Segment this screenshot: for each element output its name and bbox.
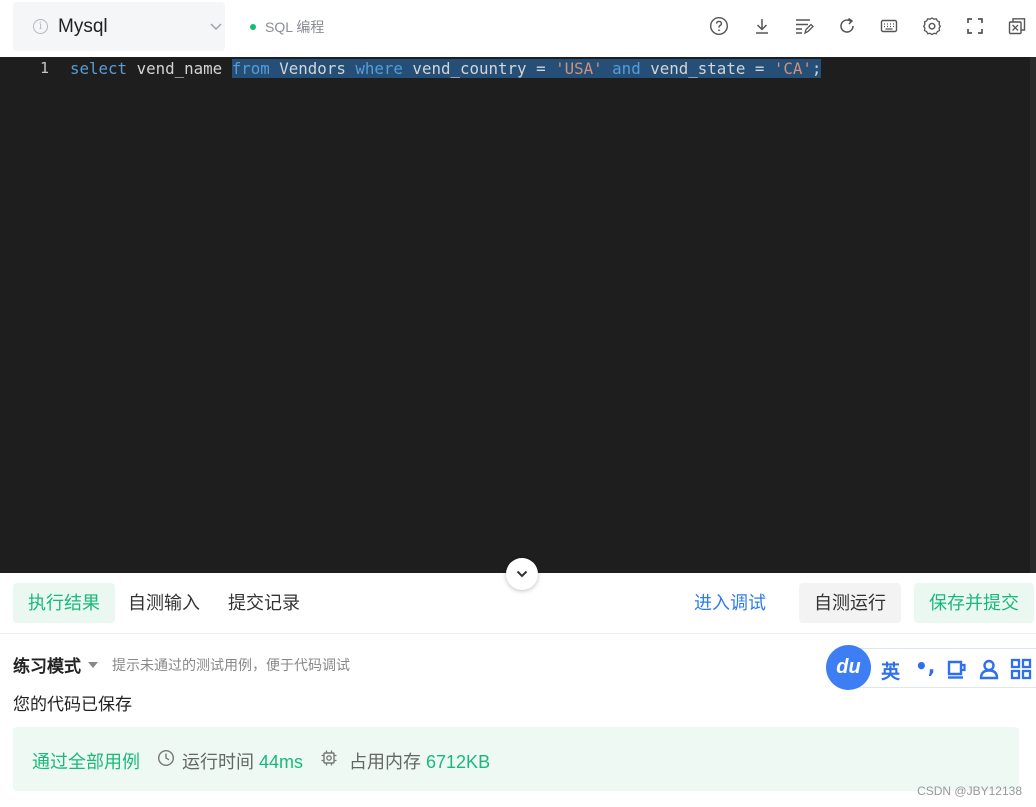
tab-exec-result[interactable]: 执行结果 (13, 583, 115, 623)
mode-indicator: SQL 编程 (250, 17, 324, 37)
info-icon: i (33, 19, 48, 34)
sql-keyword: and (612, 59, 641, 78)
self-run-button[interactable]: 自测运行 (799, 583, 901, 623)
code-line[interactable]: 1 select vend_name from Vendors where ve… (0, 57, 1036, 79)
mode-label: SQL 编程 (265, 19, 325, 35)
editor-toolbar: i Mysql SQL 编程 (0, 0, 1036, 57)
memory-usage: 占用内存 6712KB (349, 748, 490, 774)
sql-identifier: vend_country = (402, 59, 556, 78)
fullscreen-icon[interactable] (964, 15, 986, 37)
keyboard-icon[interactable] (878, 15, 900, 37)
sql-keyword: select (70, 59, 128, 78)
sql-keyword: from (231, 59, 270, 78)
grid-icon[interactable] (1010, 658, 1032, 680)
language-label: Mysql (58, 16, 108, 37)
line-number: 1 (40, 59, 50, 77)
sql-space (603, 59, 613, 78)
caret-down-icon[interactable] (88, 661, 98, 668)
saved-message: 您的代码已保存 (13, 695, 132, 714)
user-icon[interactable] (978, 658, 1000, 680)
run-time-value: 44ms (259, 752, 304, 772)
cup-icon[interactable] (946, 658, 968, 680)
chevron-down-icon (516, 570, 528, 578)
tab-submit-history[interactable]: 提交记录 (213, 583, 315, 623)
pass-status: 通过全部用例 (32, 752, 140, 772)
download-icon[interactable] (751, 15, 773, 37)
ime-toolbar[interactable]: du 英 •, (826, 645, 1036, 691)
practice-mode-hint: 提示未通过的测试用例，便于代码调试 (112, 656, 350, 673)
ime-toolbar-bg (846, 648, 1036, 688)
chevron-down-icon (209, 19, 223, 33)
sql-string: 'CA' (773, 59, 812, 78)
sql-identifier: Vendors (269, 59, 356, 78)
watermark: CSDN @JBY12138 (917, 784, 1022, 798)
language-select[interactable]: i Mysql (13, 2, 225, 51)
sql-identifier: vend_name (127, 59, 232, 78)
code-editor[interactable]: 1 select vend_name from Vendors where ve… (0, 57, 1036, 573)
sql-semicolon: ; (811, 59, 822, 78)
practice-mode[interactable]: 练习模式 提示未通过的测试用例，便于代码调试 (13, 652, 350, 677)
run-time-label: 运行时间 (182, 752, 254, 772)
code-selection: from Vendors where vend_country = 'USA' … (231, 59, 822, 78)
chip-icon (320, 749, 338, 767)
editor-scrollbar[interactable] (1030, 57, 1036, 573)
result-status: 通过全部用例 运行时间 44ms 占用内存 6712KB (13, 727, 1019, 791)
tab-self-input[interactable]: 自测输入 (113, 583, 215, 623)
collapse-editor-button[interactable] (506, 558, 538, 590)
ime-logo[interactable]: du (826, 645, 871, 690)
code-text[interactable]: select vend_name from Vendors where vend… (70, 59, 822, 78)
memory-value: 6712KB (426, 752, 491, 772)
status-dot (250, 24, 256, 30)
help-icon[interactable] (708, 15, 730, 37)
sql-string: 'USA' (555, 59, 603, 78)
run-time: 运行时间 44ms (182, 748, 303, 774)
format-icon[interactable] (793, 15, 815, 37)
save-submit-button[interactable]: 保存并提交 (914, 583, 1034, 623)
debug-button[interactable]: 进入调试 (679, 583, 781, 623)
settings-icon[interactable] (921, 15, 943, 37)
ime-language-toggle[interactable]: 英 (881, 657, 900, 684)
sql-keyword: where (355, 59, 403, 78)
sql-identifier: vend_state = (640, 59, 774, 78)
exit-icon[interactable] (1006, 15, 1028, 37)
clock-icon (157, 749, 175, 767)
practice-mode-title[interactable]: 练习模式 (13, 652, 81, 677)
memory-label: 占用内存 (349, 752, 421, 772)
refresh-icon[interactable] (836, 15, 858, 37)
ime-punctuation-toggle[interactable]: •, (915, 654, 935, 678)
